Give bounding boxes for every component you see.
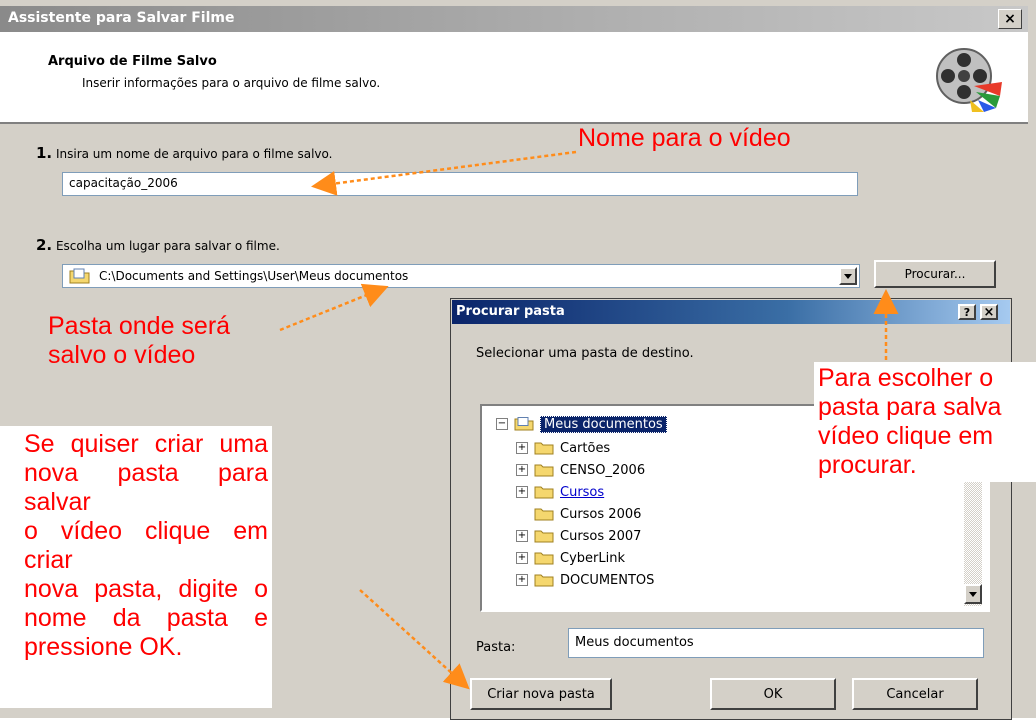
arrow-to-folder <box>279 283 389 332</box>
arrow-to-new-folder <box>359 589 470 690</box>
annotation-arrows <box>279 150 899 690</box>
arrow-to-filename <box>311 150 577 196</box>
